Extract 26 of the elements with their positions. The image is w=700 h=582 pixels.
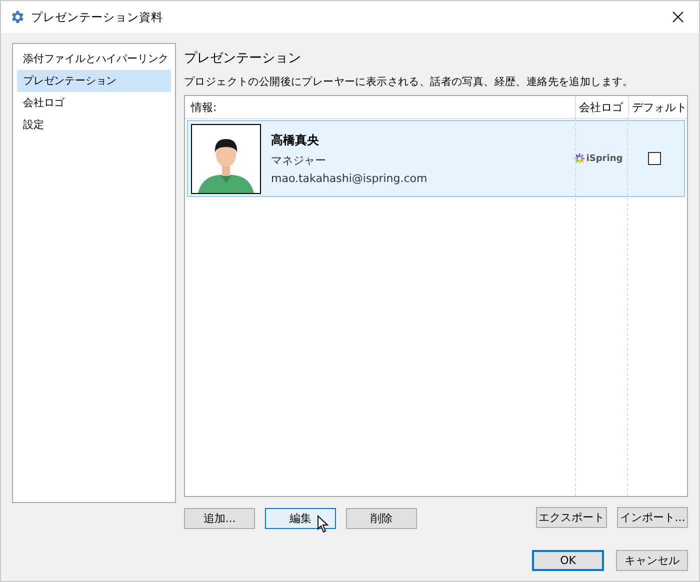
cursor-icon — [317, 515, 329, 533]
sidebar-item[interactable]: 設定 — [17, 114, 171, 136]
dialog-button[interactable]: OK — [532, 550, 604, 571]
sidebar-item[interactable]: 会社ロゴ — [17, 92, 171, 114]
gear-icon — [9, 9, 25, 25]
sidebar-item[interactable]: 添付ファイルとハイパーリンク — [17, 48, 171, 70]
action-button[interactable]: インポート... — [617, 507, 688, 528]
dialog-button[interactable]: キャンセル — [616, 550, 688, 571]
close-icon — [672, 11, 684, 23]
action-button[interactable]: 削除 — [346, 508, 417, 529]
section-description: プロジェクトの公開後にプレーヤーに表示される、話者の写真、経歴、連絡先を追加します。 — [184, 75, 634, 89]
logo-icon — [574, 153, 586, 164]
default-checkbox[interactable] — [648, 152, 661, 165]
sidebar-item[interactable]: プレゼンテーション — [17, 70, 171, 92]
speaker-role: マネジャー — [271, 153, 327, 168]
section-title: プレゼンテーション — [184, 50, 302, 67]
speaker-name: 高橋真央 — [271, 132, 320, 149]
speaker-email: mao.takahashi@ispring.com — [271, 172, 428, 185]
action-button[interactable]: 追加... — [184, 508, 255, 529]
action-button[interactable]: エクスポート — [536, 507, 607, 528]
speaker-row[interactable]: 高橋真央 マネジャー mao.takahashi@ispring.com iSpring — [187, 120, 685, 197]
window-title: プレゼンテーション資料 — [31, 10, 164, 24]
company-logo: iSpring — [586, 154, 623, 164]
column-header: デフォルト — [628, 96, 687, 119]
column-header: 情報: — [190, 100, 218, 116]
column-header: 会社ロゴ — [575, 96, 628, 119]
